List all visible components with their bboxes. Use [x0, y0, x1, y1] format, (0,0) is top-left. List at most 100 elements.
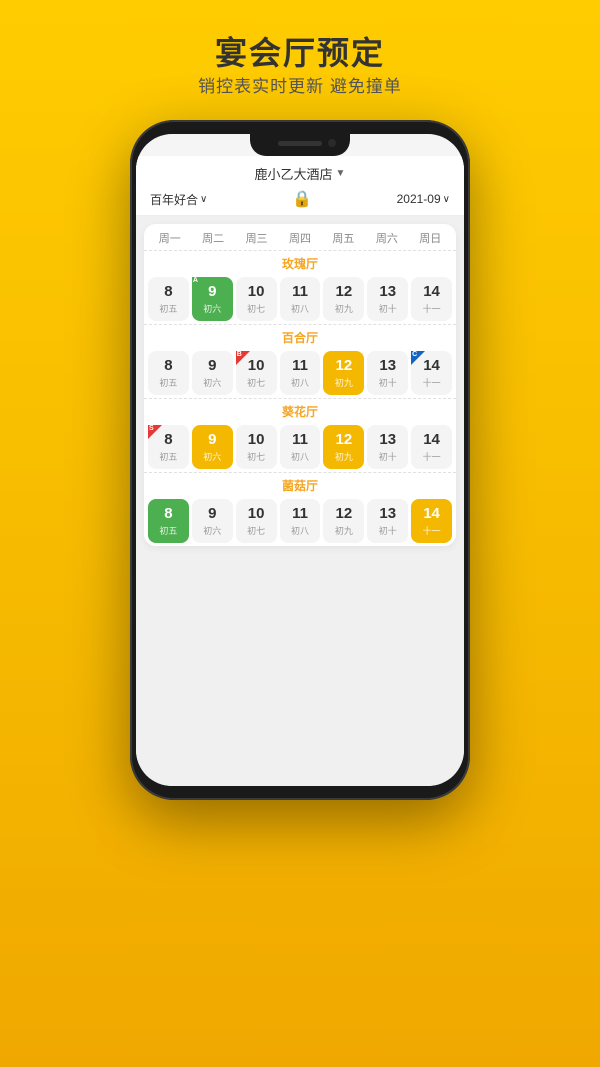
calendar-cell[interactable]: 14十一	[411, 425, 452, 469]
calendar-cell[interactable]: 10初七	[236, 425, 277, 469]
cell-date: 9	[208, 283, 216, 301]
cell-lunar: 十一	[423, 450, 441, 463]
calendar-card: 周一周二周三周四周五周六周日 玫瑰厅8初五A9初六10初七11初八12初九13初…	[144, 224, 456, 546]
calendar-cell[interactable]: 9初六	[192, 351, 233, 395]
cell-lunar: 初五	[159, 376, 177, 389]
cell-lunar: 初七	[247, 524, 265, 537]
calendar-cell[interactable]: 12初九	[323, 277, 364, 321]
cell-date: 14	[423, 357, 440, 375]
calendar-cell[interactable]: 13初十	[367, 425, 408, 469]
weekday-label: 周二	[191, 230, 234, 246]
cell-lunar: 初十	[379, 524, 397, 537]
calendar-cell[interactable]: 11初八	[280, 499, 321, 543]
calendar-cell[interactable]: C 14十一	[411, 351, 452, 395]
hall-name: 葵花厅	[144, 399, 456, 422]
page-subtitle: 销控表实时更新 避免撞单	[0, 72, 600, 97]
cell-lunar: 初十	[379, 376, 397, 389]
calendar-grid: S8初五9初六10初七11初八12初九13初十14十一	[144, 422, 456, 472]
cell-lunar: 初八	[291, 376, 309, 389]
cell-date: 9	[208, 431, 216, 449]
weekday-label: 周六	[365, 230, 408, 246]
cell-lunar: 初六	[203, 302, 221, 315]
calendar-cell[interactable]: 8初五	[148, 351, 189, 395]
date-selector[interactable]: 2021-09 ∨	[397, 192, 450, 206]
calendar-cell[interactable]: 10初七	[236, 499, 277, 543]
calendar-cell[interactable]: 9初六	[192, 499, 233, 543]
notch-speaker	[278, 141, 322, 146]
cell-date: 10	[248, 505, 265, 523]
cell-date: 8	[164, 505, 172, 523]
cell-lunar: 初八	[291, 450, 309, 463]
calendar-cell[interactable]: 11初八	[280, 277, 321, 321]
cell-lunar: 初五	[159, 524, 177, 537]
hall-name: 菌菇厅	[144, 473, 456, 496]
cell-lunar: 初五	[159, 450, 177, 463]
calendar-cell[interactable]: 11初八	[280, 351, 321, 395]
calendar-cell[interactable]: 14十一	[411, 277, 452, 321]
badge-letter: C	[412, 351, 417, 358]
cell-date: 10	[248, 431, 265, 449]
weekday-label: 周日	[409, 230, 452, 246]
cell-lunar: 初九	[335, 376, 353, 389]
hall-section: 菌菇厅8初五9初六10初七11初八12初九13初十14十一	[144, 472, 456, 546]
calendar-cell[interactable]: 9初六	[192, 425, 233, 469]
hall-name: 玫瑰厅	[144, 251, 456, 274]
weekday-label: 周五	[322, 230, 365, 246]
cell-date: 11	[292, 357, 308, 375]
hotel-selector[interactable]: 鹿小乙大酒店 ▼	[150, 164, 450, 183]
calendar-cell[interactable]: 8初五	[148, 499, 189, 543]
cell-lunar: 十一	[423, 376, 441, 389]
cell-date: 11	[292, 505, 308, 523]
cell-lunar: 初七	[247, 376, 265, 389]
cell-date: 8	[164, 357, 172, 375]
cell-date: 9	[208, 357, 216, 375]
cell-lunar: 初八	[291, 302, 309, 315]
filter-left[interactable]: 百年好合 ∨	[150, 191, 207, 208]
cell-lunar: 十一	[423, 524, 441, 537]
cell-date: 10	[248, 357, 265, 375]
calendar-cell[interactable]: 8初五	[148, 277, 189, 321]
cell-date: 12	[336, 505, 353, 523]
cell-date: 11	[292, 431, 308, 449]
filter-row: 百年好合 ∨ 🔒 2021-09 ∨	[150, 189, 450, 209]
calendar-cell[interactable]: 12初九	[323, 499, 364, 543]
cell-lunar: 初六	[203, 376, 221, 389]
cell-date: 14	[423, 283, 440, 301]
cell-lunar: 初八	[291, 524, 309, 537]
calendar-cell[interactable]: A 9初六	[192, 277, 233, 321]
cell-date: 8	[164, 431, 172, 449]
weekday-label: 周一	[148, 230, 191, 246]
calendar-cell[interactable]: 14十一	[411, 499, 452, 543]
cell-lunar: 初六	[203, 524, 221, 537]
cell-lunar: 初九	[335, 302, 353, 315]
calendar-cell[interactable]: 10初七	[236, 277, 277, 321]
calendar-cell[interactable]: 12初九	[323, 351, 364, 395]
notch	[250, 134, 350, 156]
calendar-cell[interactable]: 13初十	[367, 277, 408, 321]
badge-letter: A	[193, 277, 198, 284]
calendar-grid: 8初五A9初六10初七11初八12初九13初十14十一	[144, 274, 456, 324]
day-headers: 周一周二周三周四周五周六周日	[144, 224, 456, 250]
cell-date: 12	[336, 283, 353, 301]
phone-screen: 鹿小乙大酒店 ▼ 百年好合 ∨ 🔒 2021-09 ∨	[136, 134, 464, 786]
cell-lunar: 初十	[379, 302, 397, 315]
cell-date: 13	[379, 283, 396, 301]
calendar-cell[interactable]: S 8初五	[148, 425, 189, 469]
cell-date: 13	[379, 505, 396, 523]
calendar-cell[interactable]: 11初八	[280, 425, 321, 469]
calendar-cell[interactable]: 12初九	[323, 425, 364, 469]
calendar-cell[interactable]: 13初十	[367, 499, 408, 543]
cell-date: 12	[336, 357, 353, 375]
cell-date: 13	[379, 357, 396, 375]
cell-lunar: 初六	[203, 450, 221, 463]
screen-content: 鹿小乙大酒店 ▼ 百年好合 ∨ 🔒 2021-09 ∨	[136, 156, 464, 786]
calendar-cell[interactable]: B10初七	[236, 351, 277, 395]
cell-lunar: 初五	[159, 302, 177, 315]
lock-icon: 🔒	[292, 189, 312, 209]
badge-letter: S	[149, 425, 154, 432]
cell-date: 9	[208, 505, 216, 523]
cell-lunar: 初十	[379, 450, 397, 463]
phone-frame: 鹿小乙大酒店 ▼ 百年好合 ∨ 🔒 2021-09 ∨	[130, 120, 470, 800]
cell-date: 8	[164, 283, 172, 301]
calendar-cell[interactable]: 13初十	[367, 351, 408, 395]
